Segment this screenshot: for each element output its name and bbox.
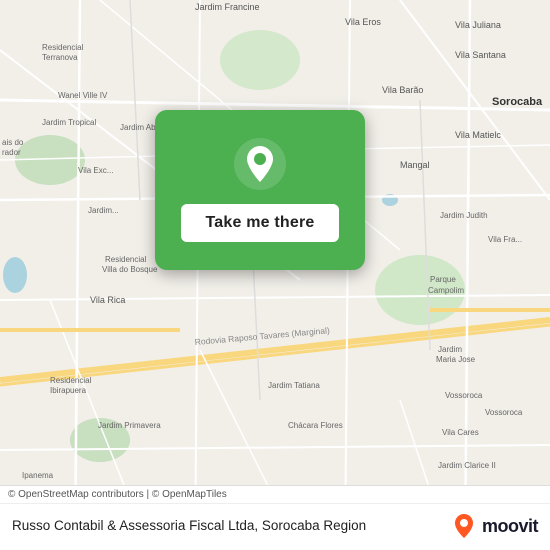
svg-text:Wanel Ville IV: Wanel Ville IV (58, 91, 108, 100)
svg-text:Vila Rica: Vila Rica (90, 295, 125, 305)
moovit-pin-icon (450, 512, 478, 540)
attribution-text: © OpenStreetMap contributors | © OpenMap… (0, 485, 550, 503)
action-card[interactable]: Take me there (155, 110, 365, 270)
svg-text:Jardim Judith: Jardim Judith (440, 211, 488, 220)
svg-text:Residencial: Residencial (50, 376, 92, 385)
svg-text:Jardim Tropical: Jardim Tropical (42, 118, 96, 127)
place-info-bar: Russo Contabil & Assessoria Fiscal Ltda,… (0, 503, 550, 550)
take-me-there-button[interactable]: Take me there (181, 204, 338, 242)
svg-text:Parque: Parque (430, 275, 456, 284)
place-name: Russo Contabil & Assessoria Fiscal Ltda,… (12, 517, 440, 536)
svg-text:rador: rador (2, 148, 21, 157)
svg-text:Residencial: Residencial (105, 255, 147, 264)
svg-text:Sorocaba: Sorocaba (492, 96, 543, 108)
svg-text:Vila Exc...: Vila Exc... (78, 166, 113, 175)
svg-text:Jardim: Jardim (438, 345, 462, 354)
bottom-bar: © OpenStreetMap contributors | © OpenMap… (0, 485, 550, 550)
moovit-logo: moovit (450, 512, 538, 540)
svg-text:Ibirapuera: Ibirapuera (50, 386, 87, 395)
svg-text:Vila Barão: Vila Barão (382, 85, 423, 95)
svg-text:Jardim Primavera: Jardim Primavera (98, 421, 161, 430)
svg-text:Vila Cares: Vila Cares (442, 428, 479, 437)
moovit-brand-text: moovit (482, 516, 538, 537)
svg-text:Ipanema: Ipanema (22, 471, 54, 480)
svg-text:Jardim Francine: Jardim Francine (195, 2, 260, 12)
svg-text:Villa do Bosque: Villa do Bosque (102, 265, 158, 274)
svg-text:Vila Fra...: Vila Fra... (488, 235, 522, 244)
svg-text:Vossoroca: Vossoroca (485, 408, 523, 417)
svg-text:Vila Juliana: Vila Juliana (455, 20, 501, 30)
map-background: Vila Juliana Vila Santana Sorocaba Vila … (0, 0, 550, 550)
svg-text:Vila Eros: Vila Eros (345, 17, 381, 27)
svg-text:Maria Jose: Maria Jose (436, 355, 476, 364)
svg-text:Vossoroca: Vossoroca (445, 391, 483, 400)
svg-text:Vila Matielc: Vila Matielc (455, 130, 501, 140)
map-container: Vila Juliana Vila Santana Sorocaba Vila … (0, 0, 550, 550)
svg-text:Jardim...: Jardim... (88, 206, 119, 215)
svg-text:Jardim Clarice II: Jardim Clarice II (438, 461, 496, 470)
svg-text:Vila Santana: Vila Santana (455, 50, 506, 60)
svg-text:Residencial: Residencial (42, 43, 84, 52)
svg-text:ais do: ais do (2, 138, 24, 147)
svg-text:Chácara Flores: Chácara Flores (288, 421, 343, 430)
location-pin-icon (234, 138, 286, 190)
svg-text:Mangal: Mangal (400, 160, 430, 170)
svg-text:Jardim Tatiana: Jardim Tatiana (268, 381, 320, 390)
svg-text:Terranova: Terranova (42, 53, 78, 62)
svg-text:Campolim: Campolim (428, 286, 464, 295)
